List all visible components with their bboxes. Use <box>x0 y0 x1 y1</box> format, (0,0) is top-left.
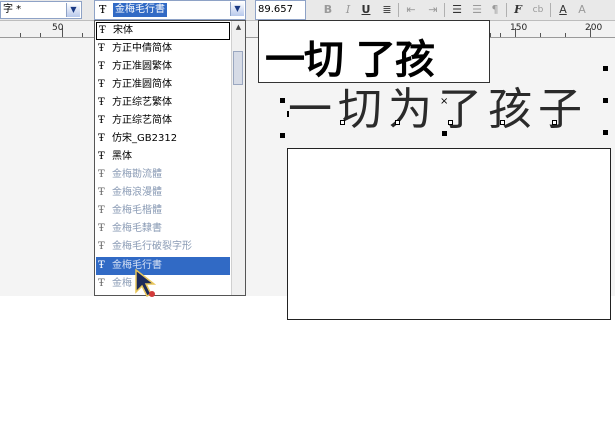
paragraph-style-value: 字 * <box>3 4 22 15</box>
font-preview-popup: 一切 了孩 <box>258 20 490 83</box>
truetype-icon: Ŧ <box>98 187 105 198</box>
font-list-item[interactable]: Ŧ 方正准圆简体 <box>96 76 230 94</box>
text-color-icon[interactable]: A <box>555 2 571 18</box>
selection-handle[interactable] <box>442 131 447 136</box>
mouse-pointer-icon <box>135 268 157 298</box>
scroll-thumb[interactable] <box>233 51 243 85</box>
toolbar-divider <box>506 3 507 17</box>
ruler-tick <box>500 33 501 37</box>
truetype-icon: Ŧ <box>99 25 106 36</box>
font-list-item[interactable]: Ŧ 黑体 <box>96 148 230 166</box>
italic-button[interactable]: I <box>342 2 354 18</box>
toolbar-divider <box>398 3 399 17</box>
font-list-item[interactable]: Ŧ 方正综艺简体 <box>96 112 230 130</box>
ruler-label: 200 <box>585 23 603 33</box>
font-list-item[interactable]: Ŧ 金梅浪漫體 <box>96 184 230 202</box>
indent-decrease-icon[interactable]: ⇤ <box>404 2 418 18</box>
truetype-icon: Ŧ <box>98 205 105 216</box>
ruler-tick <box>490 33 491 37</box>
font-list-item[interactable]: Ŧ 方正综艺繁体 <box>96 94 230 112</box>
chevron-down-icon[interactable]: ▼ <box>66 3 80 17</box>
ruler-tick <box>540 33 541 37</box>
text-anchor-handle[interactable] <box>500 120 505 125</box>
font-list-item[interactable]: Ŧ 方正准圆繁体 <box>96 58 230 76</box>
bullet-list-icon[interactable]: ☰ <box>450 2 464 18</box>
truetype-icon: Ŧ <box>98 278 105 289</box>
text-anchor-handle[interactable] <box>552 120 557 125</box>
scroll-up-arrow-icon[interactable]: ▲ <box>232 21 245 34</box>
numbered-list-icon[interactable]: ☰ <box>470 2 484 18</box>
truetype-icon: Ŧ <box>98 133 105 144</box>
formatting-toolbar: 字 * ▼ Ŧ 金梅毛行書 ▼ 89.657 B I U ≣ ⇤ ⇥ ☰ ☰ ¶… <box>0 0 615 21</box>
font-list-item[interactable]: Ŧ 仿宋_GB2312 <box>96 130 230 148</box>
font-size-input[interactable]: 89.657 <box>255 0 306 20</box>
text-anchor-handle[interactable] <box>395 120 400 125</box>
truetype-icon: Ŧ <box>98 223 105 234</box>
paragraph-style-dropdown[interactable]: 字 * ▼ <box>0 1 82 19</box>
font-preview-text: 一切 了孩 <box>265 36 435 83</box>
truetype-icon: Ŧ <box>98 241 105 252</box>
font-list-item[interactable]: Ŧ 金梅毛行破裂字形 <box>96 238 230 256</box>
truetype-icon: Ŧ <box>98 169 105 180</box>
truetype-icon: Ŧ <box>98 43 105 54</box>
font-list-item[interactable]: Ŧ 金梅毛楷體 <box>96 202 230 220</box>
indent-increase-icon[interactable]: ⇥ <box>426 2 440 18</box>
truetype-icon: Ŧ <box>98 115 105 126</box>
bold-button[interactable]: B <box>322 2 334 18</box>
font-list-item[interactable]: Ŧ 金梅勘流體 <box>96 166 230 184</box>
truetype-icon: Ŧ <box>98 260 105 271</box>
toolbar-divider <box>550 3 551 17</box>
ruler-tick <box>20 33 21 37</box>
text-anchor-handle[interactable] <box>448 120 453 125</box>
ruler-tick <box>40 33 41 37</box>
subscript-button[interactable]: cb <box>530 2 546 18</box>
character-spacing-icon[interactable]: A <box>574 2 590 18</box>
font-dropdown-list[interactable]: Ŧ 宋体 Ŧ 方正中倩简体 Ŧ 方正准圆繁体 Ŧ 方正准圆简体 Ŧ 方正综艺繁体 Ŧ 方正综… <box>94 20 246 296</box>
ruler-label: 150 <box>510 23 528 33</box>
format-button[interactable]: F <box>512 2 524 18</box>
paragraph-mark-button[interactable]: ¶ <box>490 2 500 18</box>
underline-button[interactable]: U <box>360 2 372 18</box>
text-cursor <box>287 111 289 117</box>
ruler-tick <box>565 33 566 37</box>
ruler-label: 50 <box>52 23 64 33</box>
chevron-down-icon[interactable]: ▼ <box>230 2 244 16</box>
truetype-icon: Ŧ <box>98 151 105 162</box>
font-family-input[interactable]: 金梅毛行書 <box>113 3 167 17</box>
font-list-item[interactable]: Ŧ 宋体 <box>96 22 230 40</box>
font-size-value: 89.657 <box>258 4 293 15</box>
font-list-item[interactable]: Ŧ 金梅毛隸書 <box>96 220 230 238</box>
selection-handle[interactable] <box>280 133 285 138</box>
truetype-icon: Ŧ <box>98 97 105 108</box>
selection-handle[interactable] <box>280 98 285 103</box>
rotation-center-icon[interactable]: × <box>440 96 448 107</box>
truetype-icon: Ŧ <box>98 79 105 90</box>
font-list-scrollbar[interactable]: ▲ <box>231 21 245 295</box>
page-frame[interactable] <box>287 148 611 320</box>
text-anchor-handle[interactable] <box>340 120 345 125</box>
selection-handle[interactable] <box>603 98 608 103</box>
strikethrough-icon[interactable]: ≣ <box>380 2 394 18</box>
toolbar-divider <box>444 3 445 17</box>
font-family-dropdown[interactable]: Ŧ 金梅毛行書 ▼ <box>94 0 246 20</box>
selection-handle[interactable] <box>603 66 608 71</box>
font-list-item[interactable]: Ŧ 方正中倩简体 <box>96 40 230 58</box>
truetype-icon: Ŧ <box>98 61 105 72</box>
truetype-icon: Ŧ <box>99 3 107 16</box>
ruler-tick <box>82 33 83 37</box>
selection-handle[interactable] <box>603 130 608 135</box>
